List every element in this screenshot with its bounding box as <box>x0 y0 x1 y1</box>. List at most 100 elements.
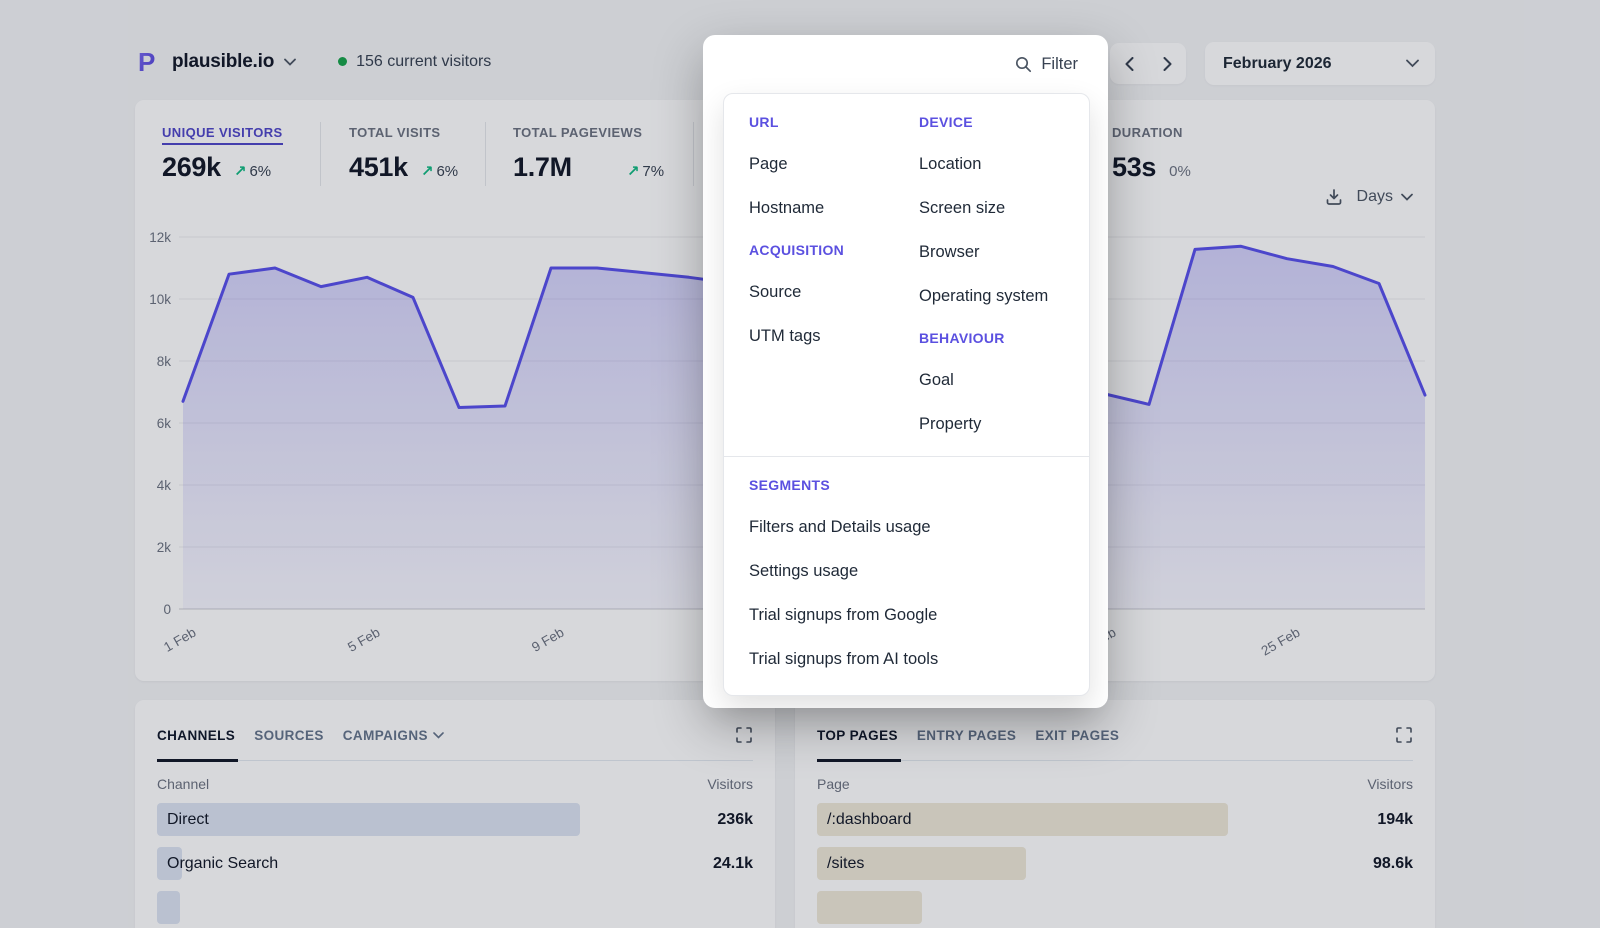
svg-text:9 Feb: 9 Feb <box>529 625 566 655</box>
stat-label: UNIQUE VISITORS <box>162 125 283 145</box>
stat-value: 269k <box>162 152 221 183</box>
tab-top-pages[interactable]: TOP PAGES <box>817 728 898 743</box>
stat-label: TOTAL PAGEVIEWS <box>513 125 642 140</box>
filter-item-goal[interactable]: Goal <box>919 358 1069 402</box>
expand-panel-button[interactable] <box>735 726 753 744</box>
stat-value: 53s <box>1112 152 1156 183</box>
filter-item-screen-size[interactable]: Screen size <box>919 186 1069 230</box>
row-value: 236k <box>717 811 753 829</box>
filter-button[interactable]: Filter <box>703 35 1108 93</box>
svg-text:P: P <box>138 48 155 75</box>
chart-controls: Days <box>1325 188 1413 206</box>
segment-settings-usage[interactable]: Settings usage <box>749 549 1069 593</box>
table-row-partial[interactable] <box>817 891 1413 924</box>
table-header: Page Visitors <box>817 776 1413 792</box>
row-label: /sites <box>817 855 864 873</box>
column-value: Visitors <box>707 776 753 792</box>
stat-label: DURATION <box>1112 125 1183 140</box>
svg-text:2k: 2k <box>157 540 172 555</box>
row-label: Organic Search <box>157 855 278 873</box>
row-label: /:dashboard <box>817 811 912 829</box>
chevron-down-icon <box>433 732 444 739</box>
svg-text:6k: 6k <box>157 416 172 431</box>
tab-campaigns-label: CAMPAIGNS <box>343 728 428 743</box>
current-visitors-label[interactable]: 156 current visitors <box>356 53 491 71</box>
tab-entry-pages[interactable]: ENTRY PAGES <box>917 728 1016 743</box>
filter-item-hostname[interactable]: Hostname <box>749 186 919 230</box>
tab-exit-pages[interactable]: EXIT PAGES <box>1035 728 1119 743</box>
expand-icon <box>1395 726 1413 744</box>
stat-label: TOTAL VISITS <box>349 125 440 140</box>
row-bar <box>157 891 180 924</box>
pages-panel: TOP PAGES ENTRY PAGES EXIT PAGES Page Vi… <box>795 700 1435 928</box>
column-label: Page <box>817 776 850 792</box>
tab-campaigns[interactable]: CAMPAIGNS <box>343 728 444 743</box>
filter-popover: Filter URL Page Hostname ACQUISITION Sou… <box>703 35 1108 708</box>
export-download-button[interactable] <box>1325 188 1343 206</box>
filter-item-operating-system[interactable]: Operating system <box>919 274 1069 318</box>
row-bar <box>817 891 922 924</box>
filter-group-segments-title: SEGMENTS <box>749 465 1069 505</box>
download-icon <box>1325 188 1343 206</box>
segment-filters-and-details-usage[interactable]: Filters and Details usage <box>749 505 1069 549</box>
trend-up-icon: ↗ <box>234 162 247 180</box>
expand-panel-button[interactable] <box>1395 726 1413 744</box>
svg-text:1 Feb: 1 Feb <box>161 625 198 655</box>
filter-item-browser[interactable]: Browser <box>919 230 1069 274</box>
date-range-picker[interactable]: February 2026 <box>1205 42 1435 85</box>
filter-item-page[interactable]: Page <box>749 142 919 186</box>
table-row[interactable]: Organic Search 24.1k <box>157 847 753 880</box>
active-tab-underline <box>817 759 901 762</box>
stat-change: 6% <box>249 163 271 180</box>
table-row[interactable]: /sites 98.6k <box>817 847 1413 880</box>
stat-change: 7% <box>642 163 664 180</box>
segment-trial-signups-from-google[interactable]: Trial signups from Google <box>749 593 1069 637</box>
channels-panel: CHANNELS SOURCES CAMPAIGNS Channel Visit… <box>135 700 775 928</box>
row-value: 194k <box>1377 811 1413 829</box>
filter-menu: URL Page Hostname ACQUISITION Source UTM… <box>723 93 1090 696</box>
chevron-down-icon <box>1401 193 1413 201</box>
interval-dropdown[interactable]: Days <box>1357 188 1413 206</box>
chevron-right-icon <box>1163 57 1172 71</box>
filter-item-source[interactable]: Source <box>749 270 919 314</box>
row-value: 24.1k <box>713 855 753 873</box>
filter-item-location[interactable]: Location <box>919 142 1069 186</box>
live-visitors-dot-icon <box>338 57 347 66</box>
next-period-button[interactable] <box>1148 43 1186 84</box>
date-range-label: February 2026 <box>1223 55 1332 73</box>
chevron-left-icon <box>1125 57 1134 71</box>
stat-unique-visitors[interactable]: UNIQUE VISITORS 269k ↗6% <box>162 124 283 183</box>
table-row[interactable]: Direct 236k <box>157 803 753 836</box>
chevron-down-icon <box>1406 59 1419 68</box>
stat-total-pageviews[interactable]: TOTAL PAGEVIEWS 1.7M ↗7% <box>513 124 664 183</box>
stat-divider <box>693 122 694 186</box>
expand-icon <box>735 726 753 744</box>
site-header: P plausible.io 156 current visitors <box>135 48 491 75</box>
pages-tabs: TOP PAGES ENTRY PAGES EXIT PAGES <box>817 726 1413 744</box>
site-switcher-chevron-icon[interactable] <box>284 58 296 66</box>
filter-group-url-title: URL <box>749 102 919 142</box>
column-label: Channel <box>157 776 209 792</box>
filter-group-device-title: DEVICE <box>919 102 1069 142</box>
row-bar <box>157 803 580 836</box>
interval-label: Days <box>1357 188 1393 206</box>
table-header: Channel Visitors <box>157 776 753 792</box>
svg-text:4k: 4k <box>157 478 172 493</box>
filter-item-property[interactable]: Property <box>919 402 1069 446</box>
table-row-partial[interactable] <box>157 891 753 924</box>
stat-change: 6% <box>436 163 458 180</box>
filter-item-utm-tags[interactable]: UTM tags <box>749 314 919 358</box>
svg-text:5 Feb: 5 Feb <box>345 625 382 655</box>
segment-trial-signups-from-ai-tools[interactable]: Trial signups from AI tools <box>749 637 1069 681</box>
tabs-divider <box>157 760 753 761</box>
stat-total-visits[interactable]: TOTAL VISITS 451k ↗6% <box>349 124 458 183</box>
prev-period-button[interactable] <box>1110 43 1148 84</box>
stat-visit-duration[interactable]: DURATION 53s 0% <box>1112 124 1191 183</box>
tab-sources[interactable]: SOURCES <box>254 728 324 743</box>
row-label: Direct <box>157 811 209 829</box>
site-name[interactable]: plausible.io <box>172 51 274 73</box>
tab-channels[interactable]: CHANNELS <box>157 728 235 743</box>
dashboard-viewport: P plausible.io 156 current visitors Febr… <box>0 0 1600 928</box>
table-row[interactable]: /:dashboard 194k <box>817 803 1413 836</box>
stat-change: 0% <box>1169 163 1191 180</box>
